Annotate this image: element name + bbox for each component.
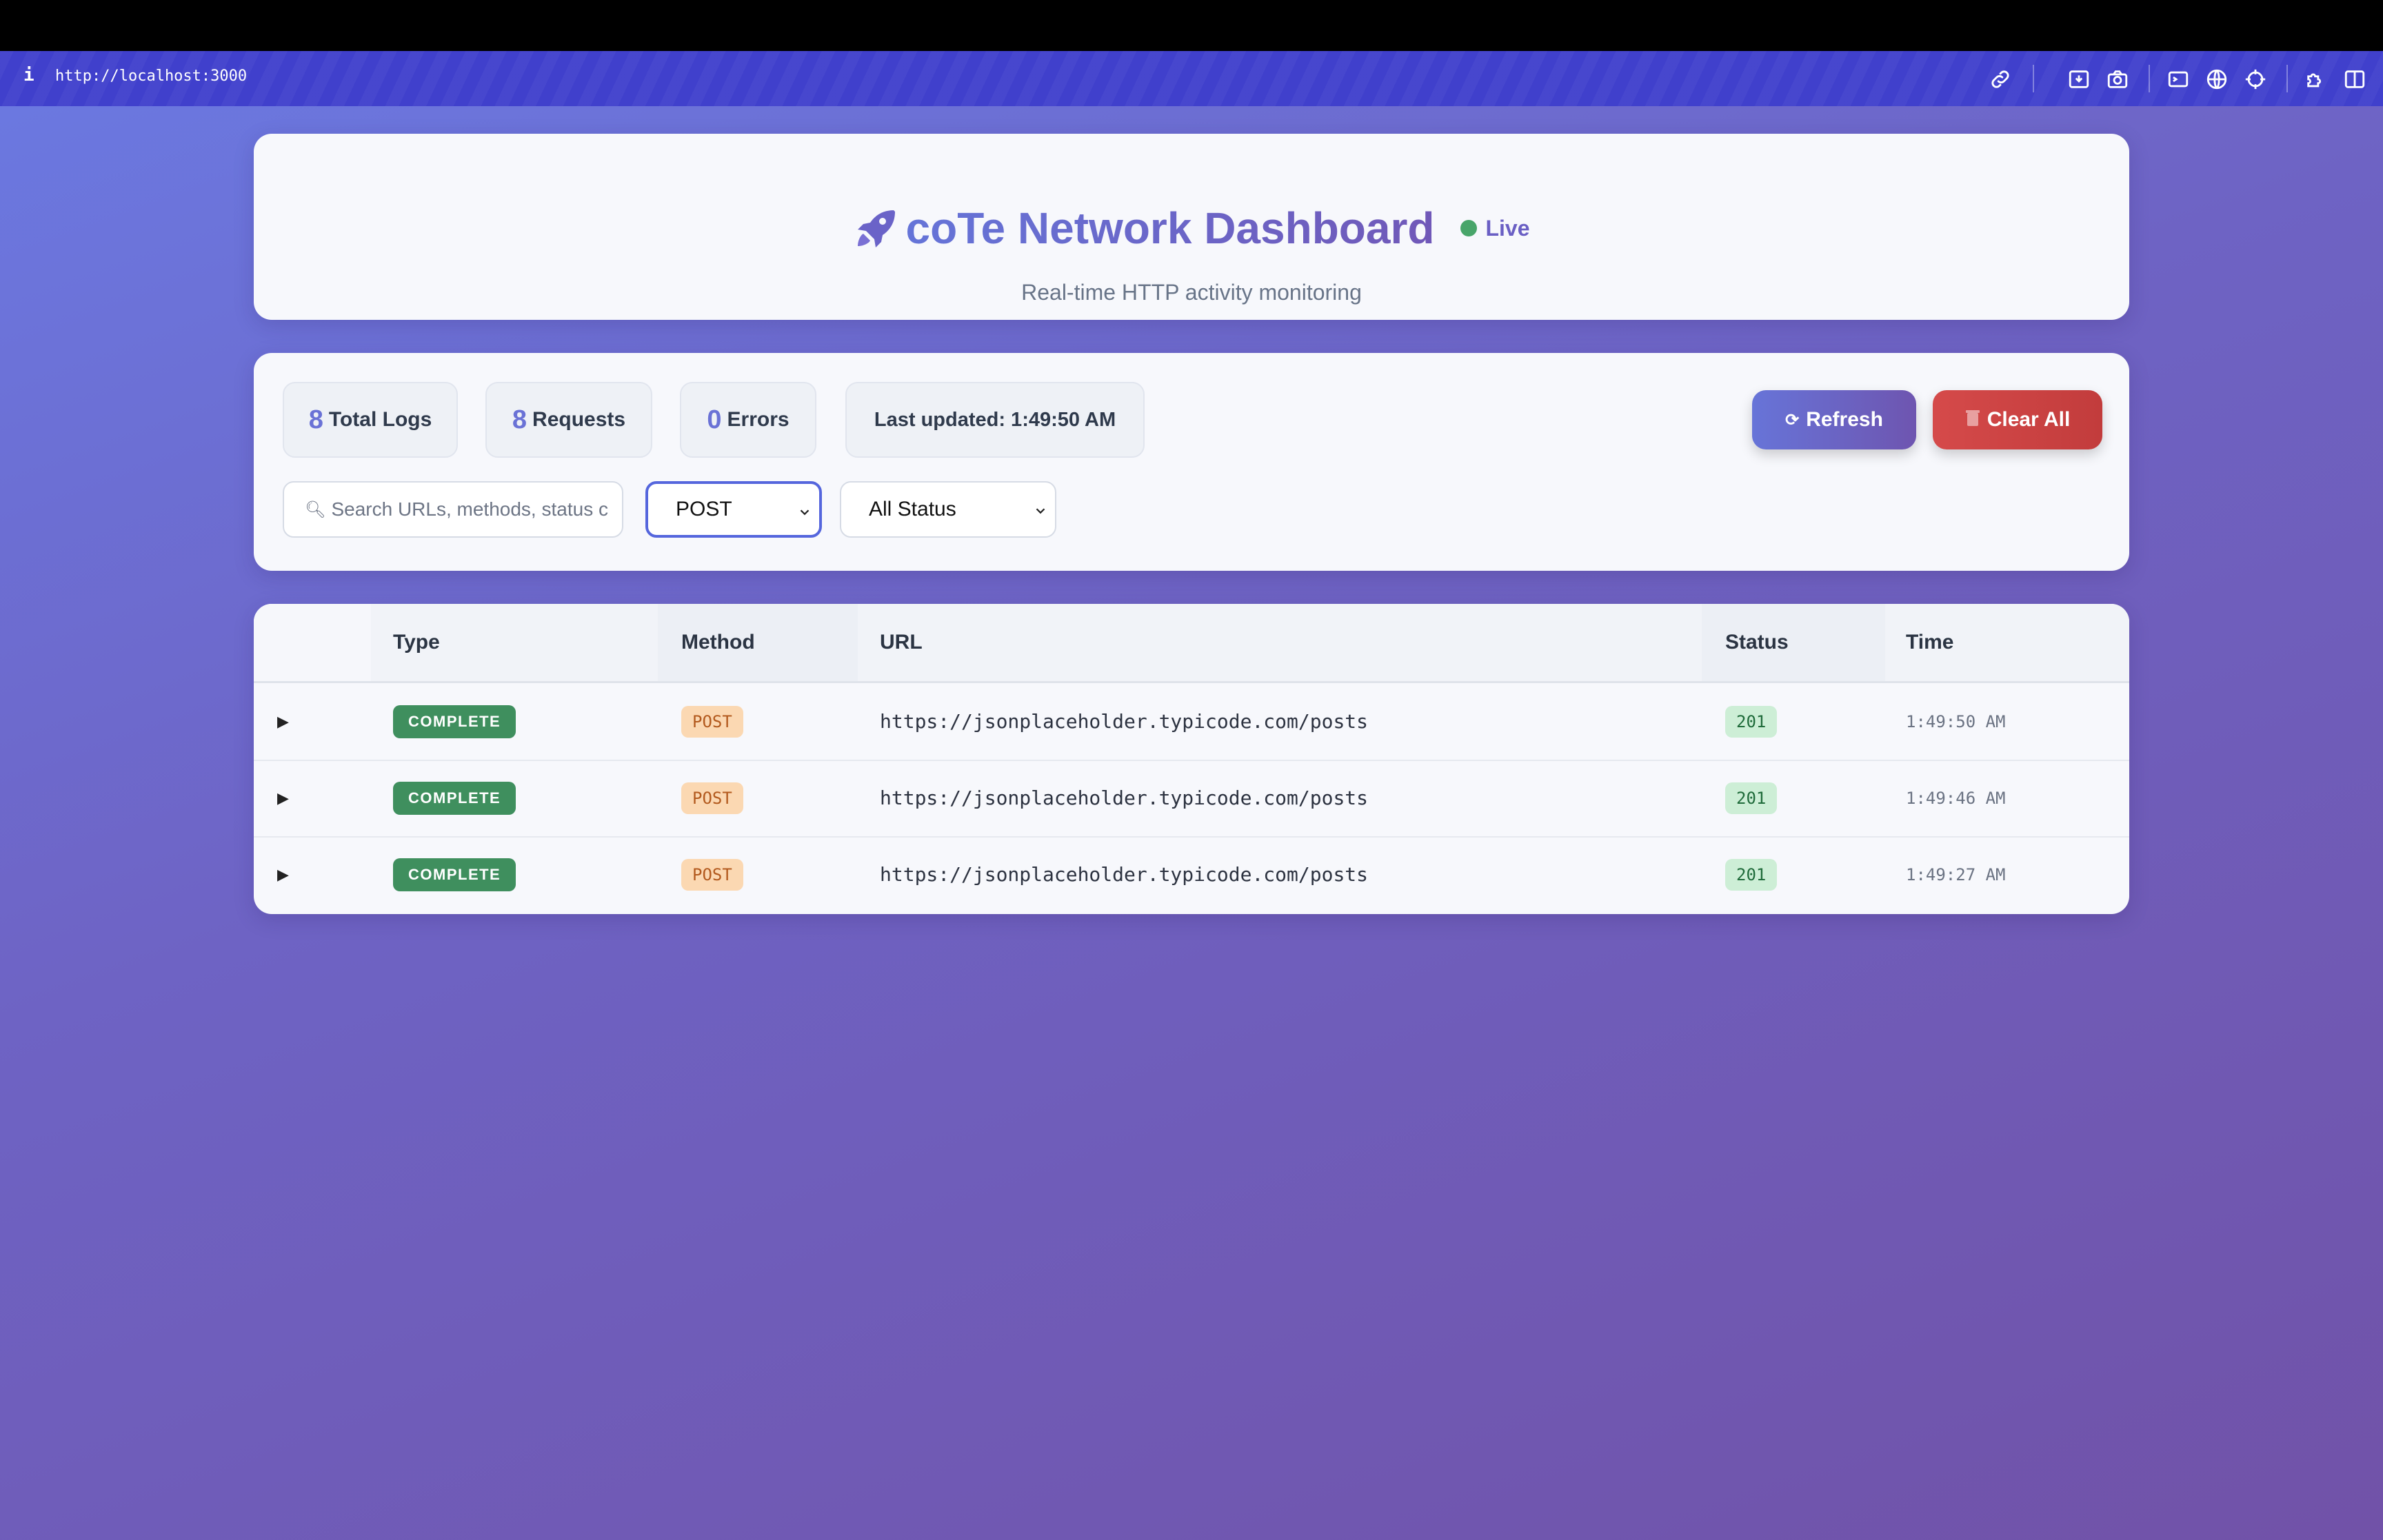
type-badge: COMPLETE (393, 858, 516, 891)
site-info-icon[interactable]: i (23, 65, 34, 85)
search-icon: 🔍︎ (305, 500, 326, 519)
time-cell: 1:49:50 AM (1906, 711, 2006, 731)
url-cell: https://jsonplaceholder.typicode.com/pos… (880, 710, 1369, 733)
chevron-down-icon (800, 509, 810, 516)
page-subtitle: Real-time HTTP activity monitoring (1021, 280, 1362, 305)
method-badge: POST (681, 705, 743, 738)
clear-all-label: Clear All (1987, 408, 2071, 431)
method-filter-select[interactable]: POST (645, 481, 822, 538)
status-filter-value: All Status (869, 498, 956, 520)
column-header-type[interactable]: Type (393, 604, 440, 681)
stat-requests-value: 8 (512, 405, 527, 434)
header-card: coTe Network Dashboard Live Real-time HT… (254, 134, 2129, 320)
trash-icon (1965, 409, 1980, 432)
status-badge: 201 (1725, 858, 1778, 891)
table-row[interactable]: ▶ COMPLETE POST https://jsonplaceholder.… (254, 760, 2129, 838)
status-filter-select[interactable]: All Status (840, 481, 1056, 538)
table-row[interactable]: ▶ COMPLETE POST https://jsonplaceholder.… (254, 836, 2129, 913)
status-badge: 201 (1725, 705, 1778, 738)
method-badge: POST (681, 858, 743, 891)
chevron-down-icon (1036, 508, 1045, 514)
column-header-status[interactable]: Status (1725, 604, 1789, 681)
clear-all-button[interactable]: Clear All (1933, 390, 2102, 449)
expand-arrow-icon[interactable]: ▶ (277, 789, 289, 807)
download-icon[interactable] (2067, 68, 2091, 91)
toolbar-divider (2286, 65, 2288, 92)
browser-url-bar: i http://localhost:3000 (0, 51, 2383, 106)
terminal-icon[interactable] (2166, 68, 2190, 91)
link-icon[interactable] (1989, 68, 2012, 91)
url-cell: https://jsonplaceholder.typicode.com/pos… (880, 787, 1369, 809)
refresh-button[interactable]: ⟳ Refresh (1752, 390, 1916, 449)
window-top-bar (0, 0, 2383, 51)
column-header-time[interactable]: Time (1906, 604, 1953, 681)
expand-arrow-icon[interactable]: ▶ (277, 866, 289, 884)
method-filter-value: POST (676, 498, 732, 520)
status-badge: 201 (1725, 782, 1778, 814)
header-spacer (254, 604, 371, 681)
extensions-icon[interactable] (2304, 68, 2328, 91)
stat-errors-value: 0 (707, 405, 722, 434)
url-cell: https://jsonplaceholder.typicode.com/pos… (880, 863, 1369, 886)
live-label: Live (1485, 215, 1530, 241)
expand-arrow-icon[interactable]: ▶ (277, 713, 289, 731)
logs-table: Type Method URL Status Time ▶ COMPLETE P… (254, 604, 2129, 914)
table-header: Type Method URL Status Time (254, 604, 2129, 683)
live-dot-icon (1460, 220, 1478, 236)
column-header-method[interactable]: Method (681, 604, 755, 681)
address-text[interactable]: http://localhost:3000 (55, 68, 247, 85)
type-badge: COMPLETE (393, 705, 516, 738)
refresh-label: Refresh (1806, 408, 1883, 431)
column-header-url[interactable]: URL (880, 604, 923, 681)
search-input[interactable]: 🔍︎ Search URLs, methods, status c (283, 481, 623, 538)
last-updated: Last updated: 1:49:50 AM (845, 382, 1145, 458)
page-title: coTe Network Dashboard (905, 203, 1435, 253)
crosshair-icon[interactable] (2244, 68, 2267, 91)
dashboard-page: coTe Network Dashboard Live Real-time HT… (0, 106, 2383, 1540)
title-row: coTe Network Dashboard Live (254, 203, 2129, 258)
rocket-icon (857, 210, 895, 247)
sidebar-toggle-icon[interactable] (2343, 68, 2366, 91)
time-cell: 1:49:46 AM (1906, 788, 2006, 808)
live-indicator: Live (1460, 215, 1530, 241)
stat-errors-label: Errors (727, 408, 790, 431)
stat-requests-label: Requests (532, 408, 626, 431)
stat-total-logs-label: Total Logs (328, 408, 432, 431)
camera-icon[interactable] (2106, 68, 2129, 91)
search-placeholder: Search URLs, methods, status c (331, 498, 608, 520)
refresh-icon: ⟳ (1785, 410, 1800, 429)
table-row[interactable]: ▶ COMPLETE POST https://jsonplaceholder.… (254, 683, 2129, 761)
stat-total-logs-value: 8 (308, 405, 323, 434)
toolbar-divider (2033, 65, 2034, 92)
time-cell: 1:49:27 AM (1906, 864, 2006, 884)
controls-card: 8 Total Logs 8 Requests 0 Errors Last up… (254, 353, 2129, 571)
stat-errors: 0 Errors (680, 382, 816, 458)
toolbar-divider (2149, 65, 2150, 92)
stat-total-logs: 8 Total Logs (283, 382, 458, 458)
method-badge: POST (681, 782, 743, 814)
globe-icon[interactable] (2205, 68, 2229, 91)
stat-requests: 8 Requests (485, 382, 652, 458)
type-badge: COMPLETE (393, 781, 516, 815)
